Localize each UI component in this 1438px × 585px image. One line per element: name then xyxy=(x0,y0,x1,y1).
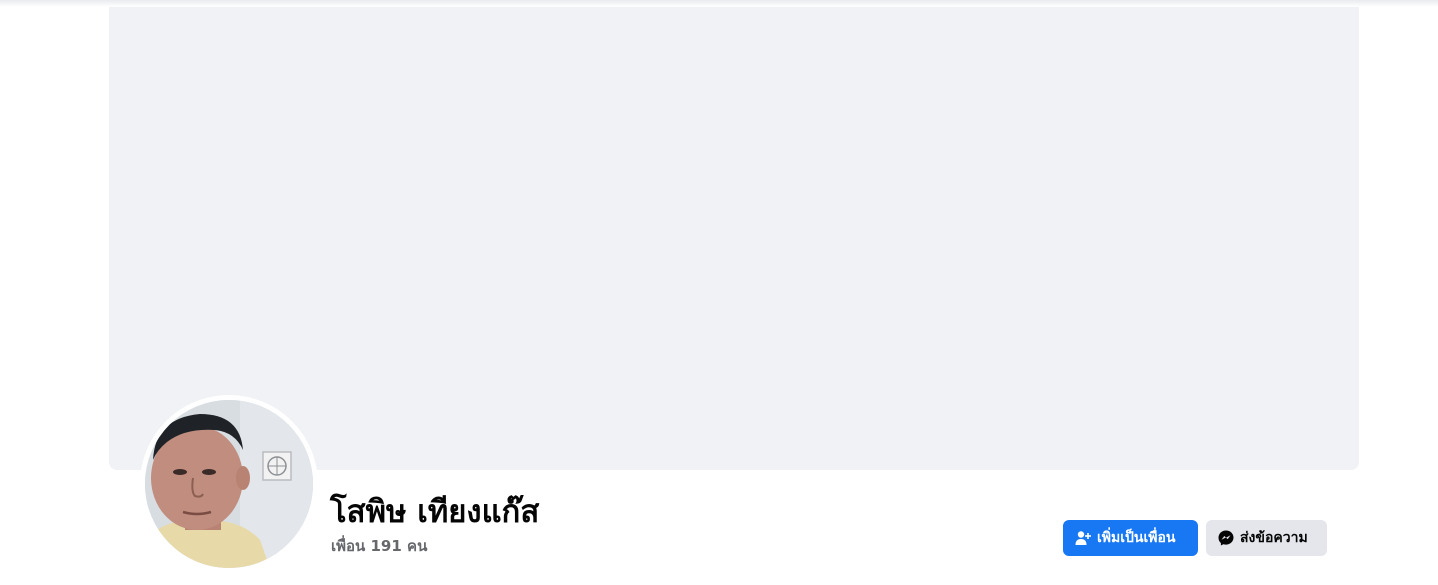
messenger-icon xyxy=(1218,530,1234,546)
profile-avatar[interactable] xyxy=(145,400,313,568)
send-message-button[interactable]: ส่งข้อความ xyxy=(1206,520,1327,556)
add-friend-button[interactable]: เพิ่มเป็นเพื่อน xyxy=(1063,520,1198,556)
avatar-image xyxy=(145,400,313,568)
add-friend-icon xyxy=(1075,530,1091,546)
cover-photo[interactable] xyxy=(109,7,1359,470)
profile-name: โสพิษ เทียงแก๊ส xyxy=(330,494,540,530)
send-message-label: ส่งข้อความ xyxy=(1240,530,1308,546)
add-friend-label: เพิ่มเป็นเพื่อน xyxy=(1097,530,1176,546)
friends-count[interactable]: เพื่อน 191 คน xyxy=(331,536,427,556)
top-nav-shadow xyxy=(0,0,1438,7)
